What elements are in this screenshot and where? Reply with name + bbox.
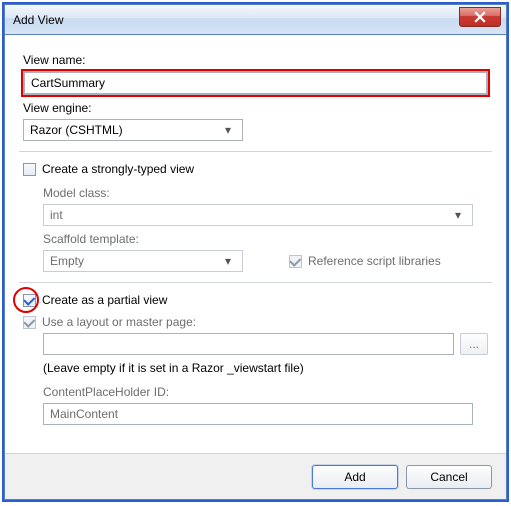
- checkbox-icon: [23, 316, 36, 329]
- scaffold-template-value: Empty: [50, 254, 84, 268]
- checkbox-icon: [23, 163, 36, 176]
- leave-empty-hint: (Leave empty if it is set in a Razor _vi…: [43, 361, 488, 375]
- browse-button: ...: [460, 333, 488, 355]
- ellipsis-icon: ...: [469, 337, 479, 351]
- partial-view-label: Create as a partial view: [42, 293, 167, 307]
- reference-scripts-label: Reference script libraries: [308, 254, 441, 268]
- view-name-label: View name:: [23, 53, 488, 67]
- dialog-window: Add View View name: View engine: Razor (…: [4, 4, 507, 500]
- model-class-value: int: [50, 208, 63, 222]
- model-class-label: Model class:: [43, 186, 488, 200]
- add-button[interactable]: Add: [312, 465, 398, 489]
- use-layout-label: Use a layout or master page:: [42, 315, 196, 329]
- close-button[interactable]: [459, 7, 501, 27]
- use-layout-checkbox: Use a layout or master page:: [23, 315, 196, 329]
- checkbox-icon: [289, 255, 302, 268]
- view-name-field-wrap: [23, 71, 488, 95]
- strongly-typed-label: Create a strongly-typed view: [42, 162, 194, 176]
- model-class-select: int ▾: [43, 204, 473, 226]
- view-name-input[interactable]: [24, 72, 487, 94]
- chevron-down-icon: ▾: [220, 254, 236, 268]
- view-engine-label: View engine:: [23, 101, 488, 115]
- strongly-typed-checkbox[interactable]: Create a strongly-typed view: [23, 162, 194, 176]
- cancel-button[interactable]: Cancel: [406, 465, 492, 489]
- reference-scripts-checkbox: Reference script libraries: [289, 254, 441, 268]
- view-engine-select[interactable]: Razor (CSHTML) ▾: [23, 119, 243, 141]
- placeholder-id-input: [43, 403, 473, 425]
- title-bar: Add View: [5, 5, 506, 35]
- checkbox-icon: [23, 294, 36, 307]
- placeholder-id-label: ContentPlaceHolder ID:: [43, 385, 488, 399]
- dialog-button-bar: Add Cancel: [5, 453, 506, 499]
- layout-path-input: [43, 333, 454, 355]
- scaffold-template-label: Scaffold template:: [43, 232, 488, 246]
- chevron-down-icon: ▾: [220, 123, 236, 137]
- close-icon: [474, 11, 486, 23]
- partial-view-checkbox[interactable]: Create as a partial view: [23, 293, 167, 307]
- chevron-down-icon: ▾: [450, 208, 466, 222]
- view-engine-value: Razor (CSHTML): [30, 123, 123, 137]
- window-title: Add View: [13, 13, 63, 27]
- scaffold-template-select: Empty ▾: [43, 250, 243, 272]
